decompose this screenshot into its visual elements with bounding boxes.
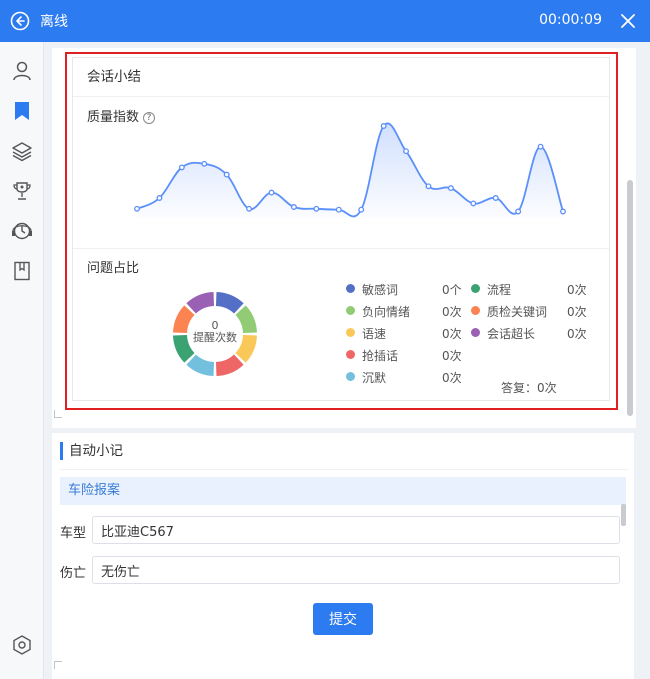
trophy-icon[interactable]	[11, 180, 33, 202]
notes-divider	[60, 469, 628, 470]
bookmark-icon[interactable]	[11, 100, 33, 122]
back-icon[interactable]	[10, 11, 30, 31]
casualty-input[interactable]	[92, 556, 620, 584]
submit-button[interactable]: 提交	[313, 603, 373, 635]
hexagon-settings-icon[interactable]	[11, 634, 33, 656]
sidebar	[0, 42, 44, 679]
scrollbar-notes[interactable]	[621, 504, 626, 526]
book-icon[interactable]	[11, 260, 33, 282]
auto-notes-card: 自动小记 车险报案 车型 伤亡 提交	[52, 433, 634, 679]
case-type-banner: 车险报案	[60, 477, 626, 505]
title-bar: 离线 00:00:09	[0, 0, 650, 42]
corner-mark	[54, 410, 62, 418]
window-title: 离线	[40, 14, 68, 30]
scrollbar-main[interactable]	[627, 180, 633, 416]
casualty-label: 伤亡	[60, 566, 87, 581]
user-icon[interactable]	[11, 60, 33, 82]
layers-icon[interactable]	[11, 140, 33, 162]
clock-headset-icon[interactable]	[11, 220, 33, 242]
auto-notes-title: 自动小记	[60, 442, 123, 460]
car-model-label: 车型	[60, 526, 87, 541]
call-timer: 00:00:09	[539, 12, 602, 28]
car-model-input[interactable]	[92, 516, 620, 544]
close-icon[interactable]	[620, 13, 636, 29]
corner-mark	[54, 661, 62, 669]
highlight-box	[65, 52, 618, 410]
